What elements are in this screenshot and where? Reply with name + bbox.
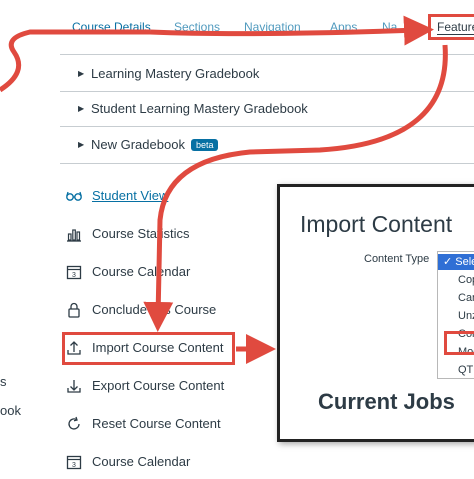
- tab-partial[interactable]: Na: [382, 20, 397, 34]
- left-text-fragment: ook: [0, 403, 21, 418]
- dropdown-highlight-box: [444, 331, 474, 355]
- tab-sections[interactable]: Sections: [174, 20, 220, 34]
- course-statistics-label: Course Statistics: [92, 226, 190, 241]
- content-type-dropdown[interactable]: ✓ Sele Cop Can Unz Com Moo QTI: [437, 251, 474, 379]
- feature-option-name: New Gradebook: [91, 137, 185, 152]
- feature-option-label: Student Learning Mastery Gradebook: [91, 101, 308, 116]
- feature-option-label: Learning Mastery Gradebook: [91, 66, 260, 81]
- export-course-content-label: Export Course Content: [92, 378, 225, 393]
- import-content-title: Import Content: [300, 211, 453, 237]
- calendar-icon: 3: [66, 455, 82, 470]
- feature-option-row[interactable]: ▶ New Gradebook beta: [60, 127, 474, 163]
- glasses-icon: [66, 191, 82, 201]
- svg-text:3: 3: [72, 272, 76, 279]
- tab-feature-options[interactable]: Feature Options: [428, 14, 474, 40]
- feature-option-row[interactable]: ▶ Student Learning Mastery Gradebook: [60, 91, 474, 127]
- dropdown-option[interactable]: ✓ Sele: [438, 254, 474, 270]
- dropdown-option[interactable]: Can: [438, 290, 474, 306]
- dropdown-option[interactable]: Cop: [438, 272, 474, 288]
- content-type-label: Content Type: [364, 253, 430, 265]
- left-text-fragment: s: [0, 374, 7, 389]
- reset-icon: [68, 416, 80, 430]
- calendar-icon: 3: [66, 265, 82, 280]
- tab-navigation[interactable]: Navigation: [244, 20, 301, 34]
- beta-badge: beta: [190, 139, 219, 151]
- feature-option-row[interactable]: ▶ Learning Mastery Gradebook: [60, 56, 474, 92]
- reset-course-content-label: Reset Course Content: [92, 416, 221, 431]
- expand-triangle-icon[interactable]: ▶: [78, 140, 84, 149]
- divider: [60, 54, 474, 55]
- expand-triangle-icon[interactable]: ▶: [78, 69, 84, 78]
- student-view-label: Student View: [92, 188, 169, 203]
- divider: [60, 163, 474, 164]
- tab-feature-options-label: Feature Options: [437, 20, 474, 35]
- conclude-course-label: Conclude this Course: [92, 302, 217, 317]
- course-calendar-label: Course Calendar: [92, 454, 191, 469]
- course-calendar-label: Course Calendar: [92, 264, 191, 279]
- dropdown-option[interactable]: QTI: [438, 362, 474, 378]
- tab-apps[interactable]: Apps: [330, 20, 357, 34]
- tab-course-details[interactable]: Course Details: [72, 20, 151, 34]
- import-content-panel: Import Content Content Type ✓ Sele Cop C…: [277, 184, 474, 442]
- bar-chart-icon: [67, 229, 81, 242]
- download-icon: [67, 380, 81, 393]
- lock-icon: [68, 302, 80, 318]
- svg-text:3: 3: [72, 462, 76, 469]
- settings-tabs: Course Details Sections Navigation Apps …: [0, 20, 474, 42]
- import-highlight-box: [62, 332, 235, 365]
- dropdown-option[interactable]: Unz: [438, 308, 474, 324]
- feature-option-label: New Gradebook beta: [91, 137, 219, 152]
- expand-triangle-icon[interactable]: ▶: [78, 104, 84, 113]
- current-jobs-heading: Current Jobs: [318, 389, 455, 414]
